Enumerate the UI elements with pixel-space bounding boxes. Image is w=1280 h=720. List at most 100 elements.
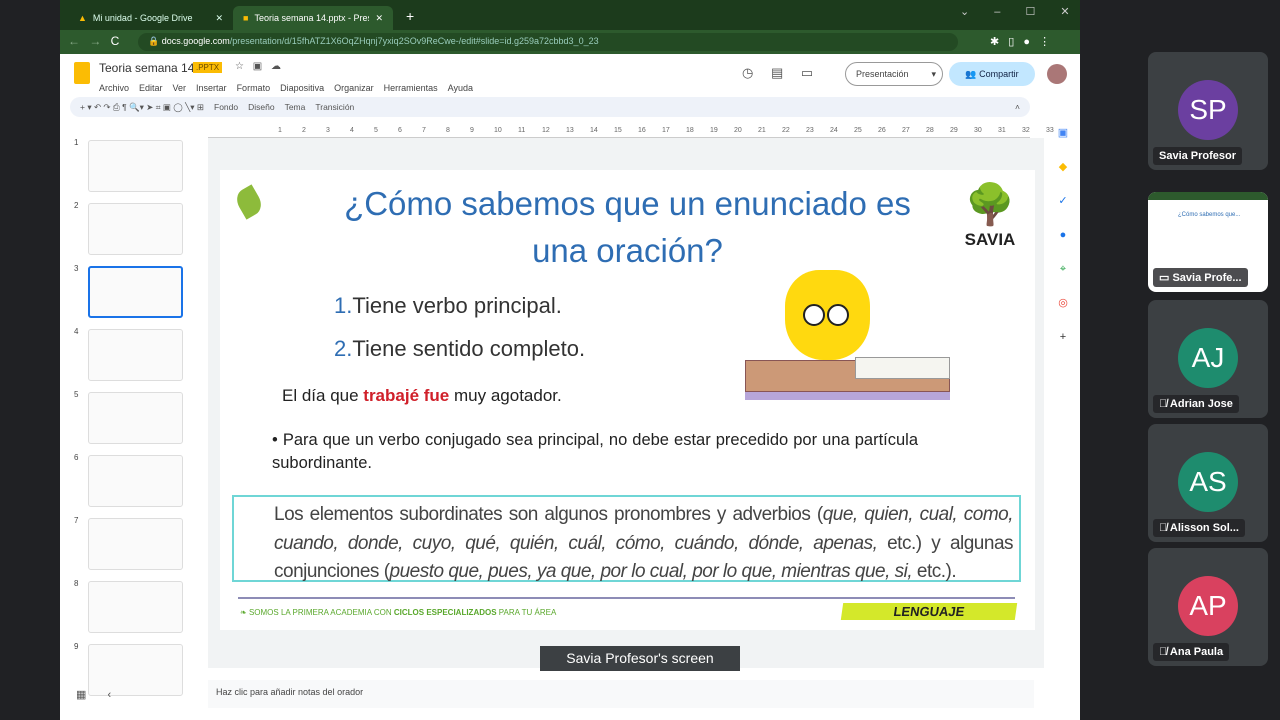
- toolbar: + ▾ ↶ ↷ ⎙ ¶ 🔍▾ ➤ ⌗ ▣ ◯ ╲▾ ⊞ Fondo Diseño…: [70, 97, 1030, 117]
- shared-screen: ▲ Mi unidad - Google Drive ✕ ■ Teoria seman…: [60, 0, 1080, 720]
- menu-bar: Archivo Editar Ver Insertar Formato Diapositi…: [99, 78, 483, 96]
- ruler-tick: 6: [398, 127, 402, 134]
- tab-drive[interactable]: ▲ Mi unidad - Google Drive ✕: [68, 6, 233, 30]
- participant-tile-sp[interactable]: SP Savia Profesor: [1148, 52, 1268, 170]
- ruler-tick: 31: [998, 127, 1006, 134]
- slide-thumbnail[interactable]: [88, 581, 183, 633]
- new-tab-button[interactable]: +: [406, 8, 414, 24]
- present-screen-icon: ▭: [1159, 272, 1173, 284]
- menu-formato[interactable]: Formato: [237, 83, 271, 93]
- slide-thumbnail[interactable]: [88, 266, 183, 318]
- ruler-tick: 20: [734, 127, 742, 134]
- ruler-tick: 14: [590, 127, 598, 134]
- ruler-tick: 12: [542, 127, 550, 134]
- ruler-tick: 2: [302, 127, 306, 134]
- present-button[interactable]: Presentación ▾: [845, 62, 943, 86]
- docs-header: Teoria semana 14 .PPTX ☆ ▣ ☁ Archivo Edit…: [60, 55, 1080, 97]
- ruler-tick: 30: [974, 127, 982, 134]
- tree-icon: 🌳: [965, 183, 1015, 227]
- slide-thumbnail[interactable]: [88, 203, 183, 255]
- ruler-tick: 7: [422, 127, 426, 134]
- tema-button[interactable]: Tema: [285, 102, 306, 112]
- slide[interactable]: ¿Cómo sabemos que un enunciado es una or…: [220, 170, 1035, 630]
- window-controls[interactable]: ⌄ – ☐ ✕: [960, 5, 1070, 18]
- ruler-tick: 4: [350, 127, 354, 134]
- slide-number: 2: [74, 201, 79, 210]
- avatar[interactable]: [1047, 64, 1067, 84]
- ruler-tick: 28: [926, 127, 934, 134]
- drive-icon: ▲: [78, 13, 87, 23]
- url-field[interactable]: 🔒 docs.google.com/presentation/d/15fhATZ…: [138, 33, 958, 51]
- slide-number: 1: [74, 138, 79, 147]
- slide-thumbnail[interactable]: [88, 140, 183, 192]
- speaker-notes[interactable]: Haz clic para añadir notas del orador: [208, 680, 1034, 708]
- fondo-button[interactable]: Fondo: [214, 102, 238, 112]
- ruler-tick: 33: [1046, 127, 1054, 134]
- slide-title: ¿Cómo sabemos que un enunciado es una or…: [344, 185, 911, 269]
- participant-tile-aj[interactable]: AJ 🎙̸ Adrian Jose: [1148, 300, 1268, 418]
- close-icon[interactable]: ✕: [375, 13, 383, 24]
- nav-buttons[interactable]: ← → C: [68, 34, 119, 48]
- menu-organizar[interactable]: Organizar: [334, 83, 374, 93]
- menu-ayuda[interactable]: Ayuda: [448, 83, 473, 93]
- transicion-button[interactable]: Transición: [315, 102, 354, 112]
- ruler-tick: 18: [686, 127, 694, 134]
- ruler: 1 2 3 4 5 6 7 8 9 10 11 12 13 14 15 16 17 18 19 20 21 22 23 24 2…: [208, 124, 1054, 138]
- chevron-down-icon[interactable]: ▾: [931, 63, 936, 85]
- extensions-icon[interactable]: ✱ ▯ ● ⋮: [990, 35, 1050, 48]
- ruler-tick: 23: [806, 127, 814, 134]
- participant-tile-ap[interactable]: AP 🎙̸ Ana Paula: [1148, 548, 1268, 666]
- close-icon[interactable]: ✕: [215, 13, 223, 24]
- ruler-tick: 11: [518, 127, 526, 134]
- tab-slides[interactable]: ■Teoria semana 14.pptx - Presenta✕: [233, 6, 393, 30]
- ruler-tick: 9: [470, 127, 474, 134]
- slide-number: 8: [74, 579, 79, 588]
- filmstrip[interactable]: 1 2 3 4 5 6 7 8 9: [60, 124, 196, 696]
- ruler-tick: 21: [758, 127, 766, 134]
- ruler-tick: 3: [326, 127, 330, 134]
- point-2: 2.Tiene sentido completo.: [334, 336, 586, 361]
- slide-number: 4: [74, 327, 79, 336]
- pptx-badge: .PPTX: [193, 62, 223, 73]
- slide-number: 5: [74, 390, 79, 399]
- slide-thumbnail[interactable]: [88, 329, 183, 381]
- menu-archivo[interactable]: Archivo: [99, 83, 129, 93]
- menu-ver[interactable]: Ver: [173, 83, 187, 93]
- ruler-tick: 22: [782, 127, 790, 134]
- slide-thumbnail[interactable]: [88, 455, 183, 507]
- slide-canvas: ¿Cómo sabemos que un enunciado es una or…: [208, 138, 1044, 668]
- menu-insertar[interactable]: Insertar: [196, 83, 227, 93]
- ruler-tick: 1: [278, 127, 282, 134]
- menu-diapositiva[interactable]: Diapositiva: [280, 83, 324, 93]
- slides-icon: ■: [243, 13, 249, 23]
- ruler-tick: 32: [1022, 127, 1030, 134]
- diseno-button[interactable]: Diseño: [248, 102, 274, 112]
- ruler-tick: 10: [494, 127, 502, 134]
- slide-number: 6: [74, 453, 79, 462]
- mic-off-icon: 🎙̸: [1159, 522, 1170, 534]
- history-icon[interactable]: ◷ ▤ ▭: [742, 65, 813, 81]
- menu-editar[interactable]: Editar: [139, 83, 163, 93]
- lisa-illustration: [745, 262, 950, 400]
- people-icon: 👥: [965, 69, 977, 79]
- leaf-icon: ❧: [240, 608, 249, 617]
- point-1: 1.Tiene verbo principal.: [334, 293, 562, 318]
- bullet-text: • Para que un verbo conjugado sea princi…: [272, 431, 918, 472]
- toolbar-icons[interactable]: + ▾ ↶ ↷ ⎙ ¶ 🔍▾ ➤ ⌗ ▣ ◯ ╲▾ ⊞: [80, 102, 204, 113]
- share-button[interactable]: 👥 Compartir: [949, 62, 1035, 86]
- lenguaje-tag: LENGUAJE: [840, 603, 1018, 620]
- star-icon[interactable]: ☆ ▣ ☁: [235, 61, 281, 72]
- menu-herramientas[interactable]: Herramientas: [384, 83, 438, 93]
- collapse-icon[interactable]: ˄: [1015, 102, 1020, 112]
- screen-caption: Savia Profesor's screen: [540, 646, 740, 671]
- savia-logo: 🌳 SAVIA: [955, 180, 1025, 250]
- grid-view-icon[interactable]: ▦ ‹: [76, 688, 111, 701]
- example-sentence: El día que trabajé fue muy agotador.: [282, 386, 562, 405]
- side-panel[interactable]: ▣ ◆ ✓ ● ⌖ ◎ +: [1055, 116, 1071, 354]
- participant-tile-as[interactable]: AS 🎙̸ Alisson Sol...: [1148, 424, 1268, 542]
- slide-thumbnail[interactable]: [88, 518, 183, 570]
- ruler-tick: 13: [566, 127, 574, 134]
- participant-tile-screen[interactable]: ¿Cómo sabemos que... ▭ Savia Profe...: [1148, 192, 1268, 292]
- doc-title[interactable]: Teoria semana 14: [99, 61, 194, 75]
- slide-thumbnail[interactable]: [88, 392, 183, 444]
